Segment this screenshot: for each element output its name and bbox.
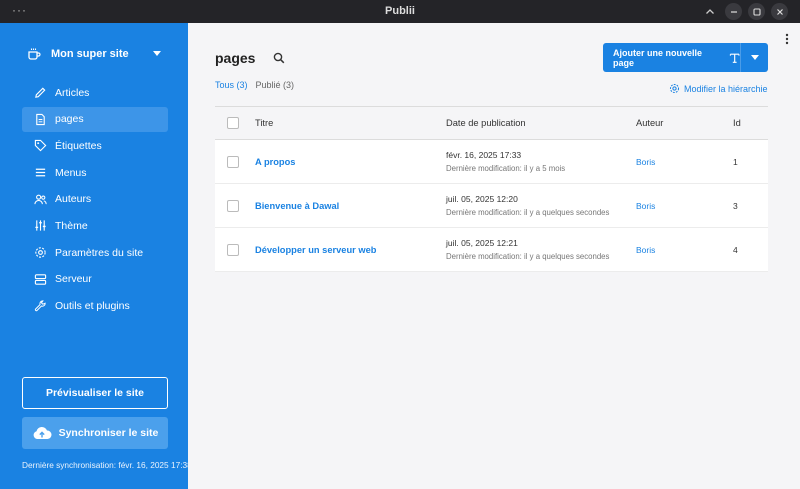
sidebar-item-label: Étiquettes bbox=[55, 139, 102, 152]
publish-date-cell: juil. 05, 2025 12:21 Dernière modificati… bbox=[446, 238, 636, 261]
minimize-button[interactable] bbox=[725, 3, 742, 20]
row-checkbox[interactable] bbox=[227, 199, 239, 212]
column-title[interactable]: Titre bbox=[255, 118, 446, 128]
page-id: 1 bbox=[733, 156, 738, 167]
last-modified: Dernière modification: il y a quelques s… bbox=[446, 252, 610, 261]
last-modified: Dernière modification: il y a 5 mois bbox=[446, 164, 566, 173]
column-date[interactable]: Date de publication bbox=[446, 118, 636, 128]
preview-site-button[interactable]: Prévisualiser le site bbox=[22, 377, 168, 409]
window-title: Publii bbox=[385, 5, 415, 17]
sidebar-item-label: Auteurs bbox=[55, 193, 92, 206]
title-bar: ··· Publii bbox=[0, 0, 800, 23]
site-name: Mon super site bbox=[51, 48, 129, 60]
sidebar-item-tags[interactable]: Étiquettes bbox=[22, 133, 168, 158]
site-switcher[interactable]: Mon super site bbox=[27, 45, 167, 63]
author-link[interactable]: Boris bbox=[636, 245, 733, 255]
row-checkbox[interactable] bbox=[227, 155, 239, 168]
table-row: Développer un serveur web juil. 05, 2025… bbox=[215, 228, 768, 272]
last-sync-status: Dernière synchronisation: févr. 16, 2025… bbox=[22, 460, 192, 470]
sidebar-item-menus[interactable]: Menus bbox=[22, 160, 168, 185]
sidebar-item-label: Outils et plugins bbox=[55, 300, 130, 312]
document-icon bbox=[36, 113, 45, 125]
gear-icon bbox=[35, 247, 46, 258]
sidebar-item-articles[interactable]: Articles bbox=[22, 80, 168, 105]
pencil-icon bbox=[35, 87, 46, 98]
sidebar-item-site-settings[interactable]: Paramètres du site bbox=[22, 240, 168, 265]
page-title: pages bbox=[215, 50, 256, 66]
app-window: ··· Publii Mon super site Articles pages… bbox=[0, 0, 800, 489]
sidebar-item-label: Thème bbox=[55, 219, 88, 232]
coffee-cup-icon bbox=[28, 48, 41, 60]
select-all-checkbox[interactable] bbox=[227, 117, 239, 129]
last-modified: Dernière modification: il y a quelques s… bbox=[446, 208, 610, 217]
publish-date: févr. 16, 2025 17:33 bbox=[446, 150, 522, 160]
sidebar-item-pages[interactable]: pages bbox=[22, 106, 168, 132]
maximize-button[interactable] bbox=[748, 3, 765, 20]
last-sync-text: Dernière synchronisation: févr. 16, 2025… bbox=[22, 460, 192, 470]
row-checkbox[interactable] bbox=[227, 243, 239, 256]
publish-date-cell: févr. 16, 2025 17:33 Dernière modificati… bbox=[446, 150, 636, 173]
table-row: Bienvenue à Dawal juil. 05, 2025 12:20 D… bbox=[215, 184, 768, 228]
table-header: Titre Date de publication Auteur Id bbox=[215, 106, 768, 140]
add-page-dropdown-button[interactable] bbox=[740, 43, 768, 72]
server-icon bbox=[34, 274, 47, 285]
sliders-icon bbox=[35, 220, 46, 232]
pages-table: Titre Date de publication Auteur Id A pr… bbox=[215, 106, 768, 272]
sidebar-item-server[interactable]: Serveur bbox=[22, 267, 168, 292]
sidebar-item-label: Articles bbox=[55, 86, 90, 99]
sidebar-item-authors[interactable]: Auteurs bbox=[22, 187, 168, 212]
status-filters: Tous (3) Publié (3) bbox=[215, 80, 294, 90]
sidebar: Mon super site Articles pages Étiquettes… bbox=[0, 23, 192, 489]
add-page-button[interactable]: Ajouter une nouvelle page bbox=[603, 43, 740, 72]
sidebar-item-label: Paramètres du site bbox=[55, 246, 144, 259]
add-page-label: Ajouter une nouvelle page bbox=[613, 47, 703, 68]
edit-hierarchy-label: Modifier la hiérarchie bbox=[684, 83, 768, 94]
publish-date: juil. 05, 2025 12:20 bbox=[446, 194, 518, 204]
filter-published[interactable]: Publié (3) bbox=[256, 80, 295, 90]
column-id[interactable]: Id bbox=[733, 118, 768, 128]
gear-icon bbox=[669, 83, 680, 94]
users-icon bbox=[34, 194, 47, 204]
page-title-link[interactable]: Développer un serveur web bbox=[255, 245, 446, 255]
sidebar-item-label: pages bbox=[55, 113, 84, 126]
column-author[interactable]: Auteur bbox=[636, 118, 733, 128]
menu-icon bbox=[35, 168, 46, 177]
sidebar-item-theme[interactable]: Thème bbox=[22, 213, 168, 238]
page-id: 3 bbox=[733, 200, 738, 211]
wrench-icon bbox=[34, 299, 46, 311]
more-vertical-icon[interactable] bbox=[785, 33, 789, 45]
close-button[interactable] bbox=[771, 3, 788, 20]
sidebar-nav: Articles pages Étiquettes Menus Auteurs … bbox=[22, 80, 168, 320]
caret-down-icon bbox=[750, 55, 759, 60]
page-id: 4 bbox=[733, 244, 738, 255]
edit-hierarchy-link[interactable]: Modifier la hiérarchie bbox=[669, 83, 768, 94]
sync-site-label: Synchroniser le site bbox=[58, 427, 159, 439]
main-content: pages Tous (3) Publié (3) Ajouter une no… bbox=[188, 23, 800, 489]
publish-date-cell: juil. 05, 2025 12:20 Dernière modificati… bbox=[446, 194, 636, 217]
page-title-link[interactable]: Bienvenue à Dawal bbox=[255, 201, 446, 211]
table-row: A propos févr. 16, 2025 17:33 Dernière m… bbox=[215, 140, 768, 184]
filter-all[interactable]: Tous (3) bbox=[215, 80, 248, 90]
chevron-up-icon[interactable] bbox=[701, 3, 718, 20]
publish-date: juil. 05, 2025 12:21 bbox=[446, 238, 518, 248]
search-icon[interactable] bbox=[273, 52, 285, 64]
tag-icon bbox=[34, 140, 47, 152]
sidebar-item-label: Serveur bbox=[55, 273, 92, 286]
text-editor-icon bbox=[729, 53, 740, 63]
page-title-link[interactable]: A propos bbox=[255, 157, 446, 167]
sidebar-item-tools-plugins[interactable]: Outils et plugins bbox=[22, 294, 168, 319]
add-page-button-group: Ajouter une nouvelle page bbox=[603, 43, 768, 72]
sidebar-item-label: Menus bbox=[55, 166, 87, 179]
author-link[interactable]: Boris bbox=[636, 201, 733, 211]
sync-site-button[interactable]: Synchroniser le site bbox=[22, 417, 168, 449]
cloud-upload-icon bbox=[33, 426, 52, 439]
caret-down-icon bbox=[153, 51, 161, 56]
author-link[interactable]: Boris bbox=[636, 157, 733, 167]
